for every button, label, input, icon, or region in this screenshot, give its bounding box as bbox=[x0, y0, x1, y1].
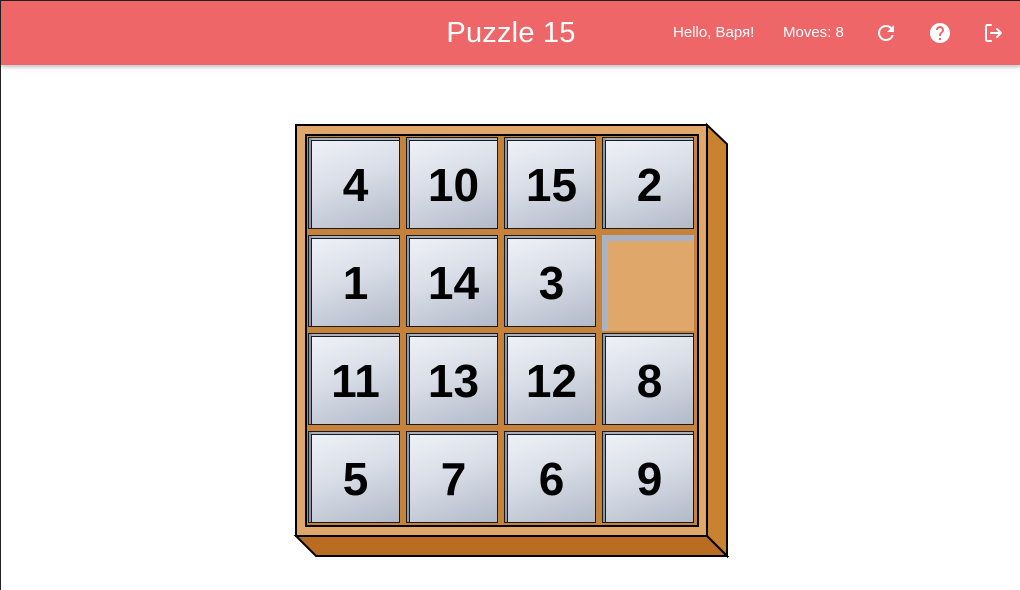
tile-14[interactable]: 14 bbox=[406, 235, 498, 327]
help-button[interactable] bbox=[928, 21, 952, 45]
tile-number: 4 bbox=[342, 158, 369, 211]
tile-number: 7 bbox=[440, 452, 467, 505]
tile-12[interactable]: 12 bbox=[504, 333, 596, 425]
tile-number: 12 bbox=[525, 354, 578, 407]
tile-number: 11 bbox=[331, 354, 380, 407]
help-icon bbox=[930, 23, 950, 43]
tile-3[interactable]: 3 bbox=[504, 235, 596, 327]
tile-number: 3 bbox=[538, 256, 565, 309]
tile-4[interactable]: 4 bbox=[308, 137, 400, 229]
tile-7[interactable]: 7 bbox=[406, 431, 498, 523]
tile-5[interactable]: 5 bbox=[308, 431, 400, 523]
user-greeting: Hello, Варя! bbox=[673, 24, 755, 41]
tile-number: 5 bbox=[342, 452, 369, 505]
empty-slot bbox=[606, 239, 694, 331]
tile-number: 15 bbox=[525, 158, 578, 211]
tile-number: 2 bbox=[636, 158, 663, 211]
refresh-icon bbox=[878, 25, 894, 41]
tile-number: 14 bbox=[427, 256, 480, 309]
tile-10[interactable]: 10 bbox=[406, 137, 498, 229]
moves-counter: Moves: 8 bbox=[783, 24, 844, 41]
tile-11[interactable]: 11 bbox=[308, 333, 400, 425]
top-bar: Puzzle 15 Hello, Варя! Moves: 8 bbox=[1, 1, 1020, 65]
tile-number: 1 bbox=[342, 256, 369, 309]
tile-number: 6 bbox=[538, 452, 565, 505]
empty-slot-shadow-top bbox=[602, 235, 694, 241]
tile-9[interactable]: 9 bbox=[602, 431, 694, 523]
logout-icon bbox=[985, 24, 1002, 42]
tile-8[interactable]: 8 bbox=[602, 333, 694, 425]
tile-number: 10 bbox=[427, 158, 480, 211]
refresh-button[interactable] bbox=[874, 21, 898, 45]
puzzle-board: 4 10 15 2 1 14 3 11 13 12 8 5 7 6 9 bbox=[293, 122, 733, 562]
tile-6[interactable]: 6 bbox=[504, 431, 596, 523]
logout-button[interactable] bbox=[982, 21, 1006, 45]
app-title: Puzzle 15 bbox=[446, 17, 576, 49]
tile-number: 8 bbox=[636, 354, 663, 407]
tile-number: 9 bbox=[636, 452, 663, 505]
tile-15[interactable]: 15 bbox=[504, 137, 596, 229]
tile-number: 13 bbox=[427, 354, 480, 407]
empty-slot-shadow-left bbox=[602, 235, 608, 331]
tile-2[interactable]: 2 bbox=[602, 137, 694, 229]
tile-1[interactable]: 1 bbox=[308, 235, 400, 327]
tile-13[interactable]: 13 bbox=[406, 333, 498, 425]
